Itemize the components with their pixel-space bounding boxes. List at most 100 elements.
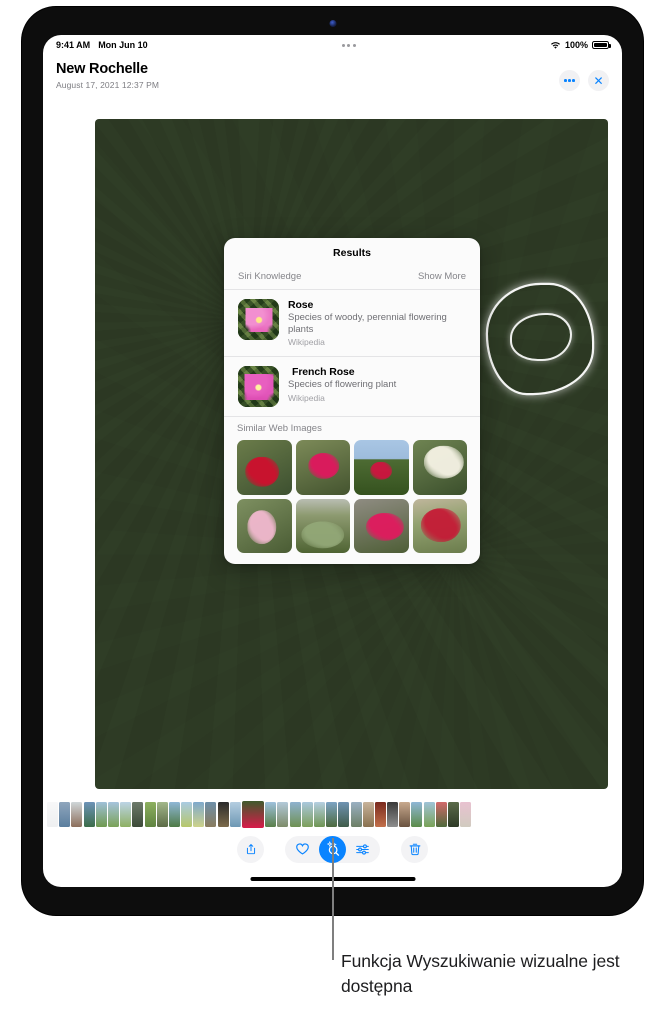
thumbnail-bloom (247, 510, 277, 544)
filmstrip-thumb[interactable] (289, 802, 301, 827)
filmstrip-thumb[interactable] (374, 802, 386, 827)
page-title: New Rochelle (56, 61, 148, 77)
battery-full-icon (592, 40, 611, 50)
similar-web-images-grid (237, 440, 467, 554)
show-more-link[interactable]: Show More (418, 271, 466, 282)
front-camera-icon (329, 20, 336, 27)
trash-icon (409, 843, 420, 856)
thumbnail-bloom (423, 445, 465, 479)
filmstrip-thumb[interactable] (387, 802, 399, 827)
filmstrip-thumb[interactable] (217, 802, 229, 827)
filmstrip-thumb[interactable] (120, 802, 132, 827)
rose-with-sky[interactable] (354, 440, 409, 495)
thumbnail-bloom (300, 521, 345, 549)
more-dots-icon (564, 79, 575, 82)
filmstrip-thumb[interactable] (265, 802, 277, 827)
siri-knowledge-section-header: Siri Knowledge Show More (224, 268, 480, 290)
filmstrip-thumb-selected[interactable] (242, 801, 264, 828)
ipad-screen: 9:41 AM Mon Jun 10 100% New Rochelle Aug… (43, 35, 622, 887)
header-actions: ✕ (559, 70, 609, 91)
filmstrip-thumb[interactable] (95, 802, 107, 827)
knowledge-result-text: Rose Species of woody, perennial floweri… (288, 299, 466, 347)
filmstrip-thumb[interactable] (362, 802, 374, 827)
filmstrip-thumb[interactable] (448, 802, 459, 827)
thumbnail-bloom (370, 461, 393, 480)
page-subtitle: August 17, 2021 12:37 PM (56, 80, 160, 90)
delete-button[interactable] (401, 835, 428, 863)
filmstrip-thumb[interactable] (83, 802, 95, 827)
filmstrip-thumb[interactable] (423, 802, 435, 827)
photo-filmstrip[interactable] (43, 801, 622, 828)
filmstrip-thumb[interactable] (435, 802, 447, 827)
screenshot-root: 9:41 AM Mon Jun 10 100% New Rochelle Aug… (0, 0, 665, 1024)
filmstrip-thumb[interactable] (229, 802, 241, 827)
knowledge-result-name: French Rose (292, 366, 355, 379)
photo-header: New Rochelle August 17, 2021 12:37 PM ✕ (43, 55, 622, 105)
visual-lookup-results-popup: Results Siri Knowledge Show More Rose Sp… (224, 238, 480, 565)
filmstrip-thumb[interactable] (277, 802, 289, 827)
multitasking-dots-icon[interactable] (341, 43, 356, 47)
knowledge-result-name: Rose (288, 299, 314, 311)
status-bar-right: 100% (550, 40, 611, 50)
favorite-button[interactable] (289, 836, 316, 863)
filmstrip-thumb[interactable] (350, 802, 362, 827)
filmstrip-thumb[interactable] (399, 802, 411, 827)
filmstrip-thumb[interactable] (313, 802, 325, 827)
red-rose-closeup[interactable] (237, 440, 292, 495)
filmstrip-thumb[interactable] (301, 802, 313, 827)
similar-web-images-section: Similar Web Images (224, 417, 480, 564)
filmstrip-thumb[interactable] (47, 802, 58, 827)
heart-icon (296, 843, 309, 855)
status-bar-left: 9:41 AM Mon Jun 10 (56, 40, 148, 50)
status-bar: 9:41 AM Mon Jun 10 100% (43, 35, 622, 55)
deep-pink-rose-pair[interactable] (354, 498, 409, 554)
knowledge-result-description: Species of woody, perennial flowering pl… (288, 312, 447, 335)
status-bar-center (148, 43, 550, 47)
filmstrip-thumb[interactable] (181, 802, 193, 827)
thumbnail-bloom (245, 456, 279, 488)
filmstrip-thumb[interactable] (107, 802, 119, 827)
filmstrip-thumb[interactable] (193, 802, 205, 827)
filmstrip-thumb[interactable] (460, 802, 472, 827)
similar-web-images-label: Similar Web Images (237, 423, 322, 435)
siri-knowledge-label: Siri Knowledge (238, 271, 302, 282)
adjust-button[interactable] (349, 836, 376, 863)
filmstrip-thumb[interactable] (326, 802, 338, 827)
filmstrip-thumb[interactable] (168, 802, 180, 827)
adjust-sliders-icon (356, 843, 369, 855)
magenta-rose-thumbnail (238, 366, 279, 408)
close-button[interactable]: ✕ (588, 70, 609, 91)
filmstrip-thumb[interactable] (205, 802, 217, 827)
filmstrip-thumb[interactable] (338, 802, 350, 827)
filmstrip-thumb[interactable] (132, 802, 144, 827)
status-date: Mon Jun 10 (98, 40, 148, 50)
light-pink-roses[interactable] (237, 498, 292, 554)
thumbnail-bloom (365, 512, 404, 542)
filmstrip-thumb[interactable] (71, 802, 83, 827)
filmstrip-thumb[interactable] (59, 802, 71, 827)
more-options-button[interactable] (559, 70, 580, 91)
wifi-icon (550, 41, 561, 50)
knowledge-result-row[interactable]: Rose Species of woody, perennial floweri… (224, 290, 480, 358)
knowledge-result-text: French Rose Species of flowering plant W… (288, 366, 466, 403)
ipad-device-frame: 9:41 AM Mon Jun 10 100% New Rochelle Aug… (22, 7, 643, 915)
callout-leader-line (332, 838, 334, 960)
white-roses[interactable] (412, 440, 467, 495)
rose-garden-row[interactable] (295, 498, 350, 554)
knowledge-result-row[interactable]: French Rose Species of flowering plant W… (224, 357, 480, 418)
results-popup-title: Results (333, 247, 371, 259)
thumbnail-bloom (308, 453, 340, 480)
filmstrip-thumb[interactable] (411, 802, 423, 827)
knowledge-result-source: Wikipedia (288, 337, 325, 348)
knowledge-result-description: Species of flowering plant (288, 379, 397, 391)
status-time: 9:41 AM (56, 40, 91, 50)
filmstrip-thumb[interactable] (156, 802, 168, 827)
pink-rose-bush[interactable] (295, 440, 350, 495)
knowledge-result-source: Wikipedia (288, 392, 325, 403)
battery-percent-label: 100% (564, 40, 588, 50)
filmstrip-thumb[interactable] (144, 802, 156, 827)
rose-shrub-with-label[interactable] (412, 498, 467, 554)
share-button[interactable] (237, 835, 264, 863)
pink-rose-thumbnail (238, 299, 279, 340)
callout-caption: Funkcja Wyszukiwanie wizualne jest dostę… (341, 951, 620, 996)
